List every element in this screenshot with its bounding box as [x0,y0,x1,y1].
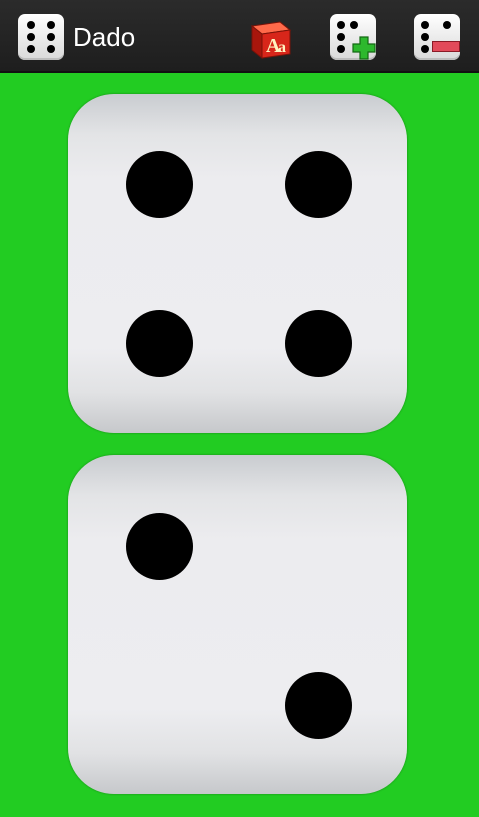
pip [27,45,35,53]
abc-block-icon[interactable]: A a [246,16,294,60]
pip [47,21,55,29]
pip [27,21,35,29]
plus-icon [352,36,376,60]
pip [285,310,352,377]
remove-die-button[interactable] [414,14,460,60]
pip [126,310,193,377]
svg-text:a: a [278,39,286,56]
pip [350,21,358,29]
add-die-button[interactable] [330,14,376,60]
pip [421,21,429,29]
pip [443,21,451,29]
pip [285,151,352,218]
action-bar: Dado A a [0,0,479,73]
pip [421,33,429,41]
pip [337,45,345,53]
pip [285,672,352,739]
minus-icon [432,41,460,52]
pip [126,151,193,218]
die-1[interactable] [68,94,407,433]
die-2[interactable] [68,455,407,794]
pip [27,33,35,41]
pip [421,45,429,53]
pip [47,33,55,41]
pip [337,21,345,29]
pip [126,513,193,580]
pip [337,33,345,41]
app-title: Dado [73,22,136,52]
pip [47,45,55,53]
dice-app-icon[interactable] [18,14,64,60]
